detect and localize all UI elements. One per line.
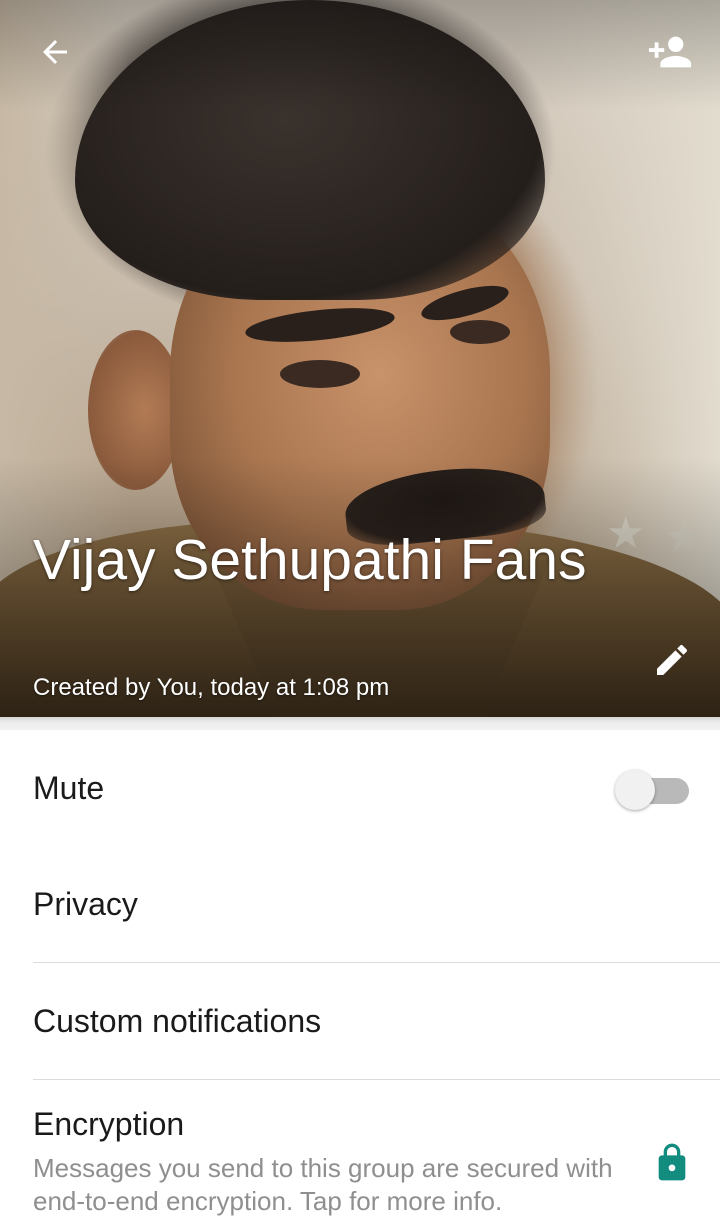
privacy-row[interactable]: Privacy <box>0 850 720 963</box>
add-participant-button[interactable] <box>642 24 698 80</box>
toggle-thumb <box>615 770 655 810</box>
encryption-label: Encryption <box>33 1106 185 1142</box>
encryption-description: Messages you send to this group are secu… <box>33 1153 613 1216</box>
photo-top-shade <box>0 0 720 110</box>
edit-group-name-button[interactable] <box>644 632 700 688</box>
mute-toggle[interactable] <box>615 770 691 812</box>
photo-eye <box>450 320 510 344</box>
mute-label: Mute <box>33 770 105 806</box>
arrow-back-icon <box>43 40 67 64</box>
person-add-icon <box>648 36 692 68</box>
created-info: Created by You, today at 1:08 pm <box>33 674 390 701</box>
custom-notifications-label: Custom notifications <box>33 1003 322 1039</box>
custom-notifications-row[interactable]: Custom notifications <box>0 963 720 1079</box>
photo-eye <box>280 360 360 388</box>
lock-icon <box>658 1143 686 1181</box>
mute-row[interactable]: Mute <box>0 730 720 850</box>
group-info-screen: ★ ★ Vijay Sethupathi Fans Created by You… <box>0 0 720 1227</box>
group-name: Vijay Sethupathi Fans <box>33 528 587 592</box>
pencil-icon <box>657 644 688 675</box>
group-photo-header[interactable]: ★ ★ Vijay Sethupathi Fans Created by You… <box>0 0 720 717</box>
privacy-label: Privacy <box>33 886 138 922</box>
section-divider <box>0 717 720 730</box>
back-button[interactable] <box>27 24 83 80</box>
